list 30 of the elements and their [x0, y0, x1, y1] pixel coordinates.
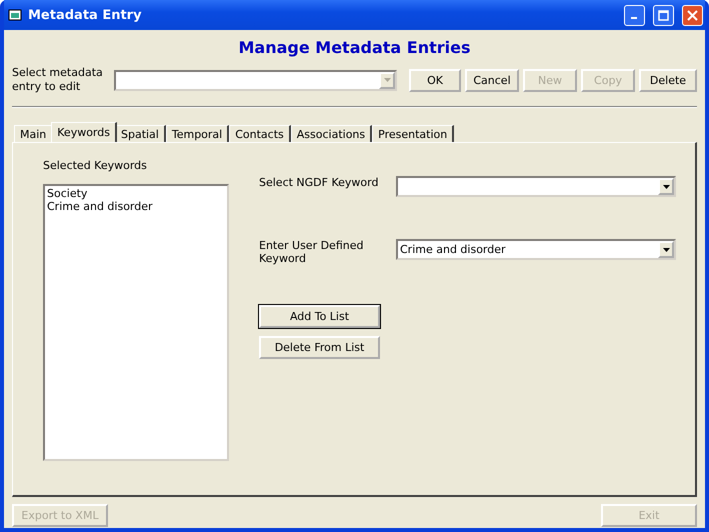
tab[interactable]: Contacts	[229, 125, 291, 142]
entry-select-field[interactable]	[114, 70, 398, 90]
tab[interactable]: Associations	[290, 125, 372, 142]
list-label: Selected Keywords	[43, 159, 148, 172]
entry-select-label: Select metadata entry to edit	[12, 66, 104, 94]
list-item[interactable]: Crime and disorder	[47, 200, 225, 213]
maximize-button[interactable]	[653, 4, 674, 26]
ngdf-keyword-field[interactable]	[396, 176, 676, 197]
list-item[interactable]: Society	[47, 187, 225, 200]
tab[interactable]: Presentation	[372, 125, 454, 142]
close-button[interactable]	[682, 4, 703, 26]
tab[interactable]: Keywords	[51, 122, 117, 142]
keywords-list[interactable]: Society Crime and disorder	[43, 184, 229, 461]
toolbar-button[interactable]: Cancel	[465, 68, 519, 92]
user-keyword-field[interactable]: Crime and disorder	[396, 239, 676, 260]
app-icon	[8, 8, 22, 22]
tab[interactable]: Temporal	[166, 125, 230, 142]
maximize-icon[interactable]	[658, 10, 669, 20]
toolbar-button[interactable]: Delete	[639, 68, 697, 92]
toolbar-button[interactable]: OK	[409, 68, 461, 92]
field-label: Select NGDF Keyword	[259, 176, 380, 189]
close-icon[interactable]	[687, 10, 698, 20]
list-action-button[interactable]: Add To List	[259, 305, 380, 328]
minimize-button[interactable]	[624, 4, 645, 26]
tab[interactable]: Main	[14, 125, 54, 142]
tab[interactable]: Spatial	[114, 125, 166, 142]
form-heading: Manage Metadata Entries	[238, 38, 472, 59]
list-action-button[interactable]: Delete From List	[259, 336, 380, 359]
window-title: Metadata Entry	[28, 8, 143, 22]
field-label: Enter User Defined Keyword	[259, 239, 364, 265]
